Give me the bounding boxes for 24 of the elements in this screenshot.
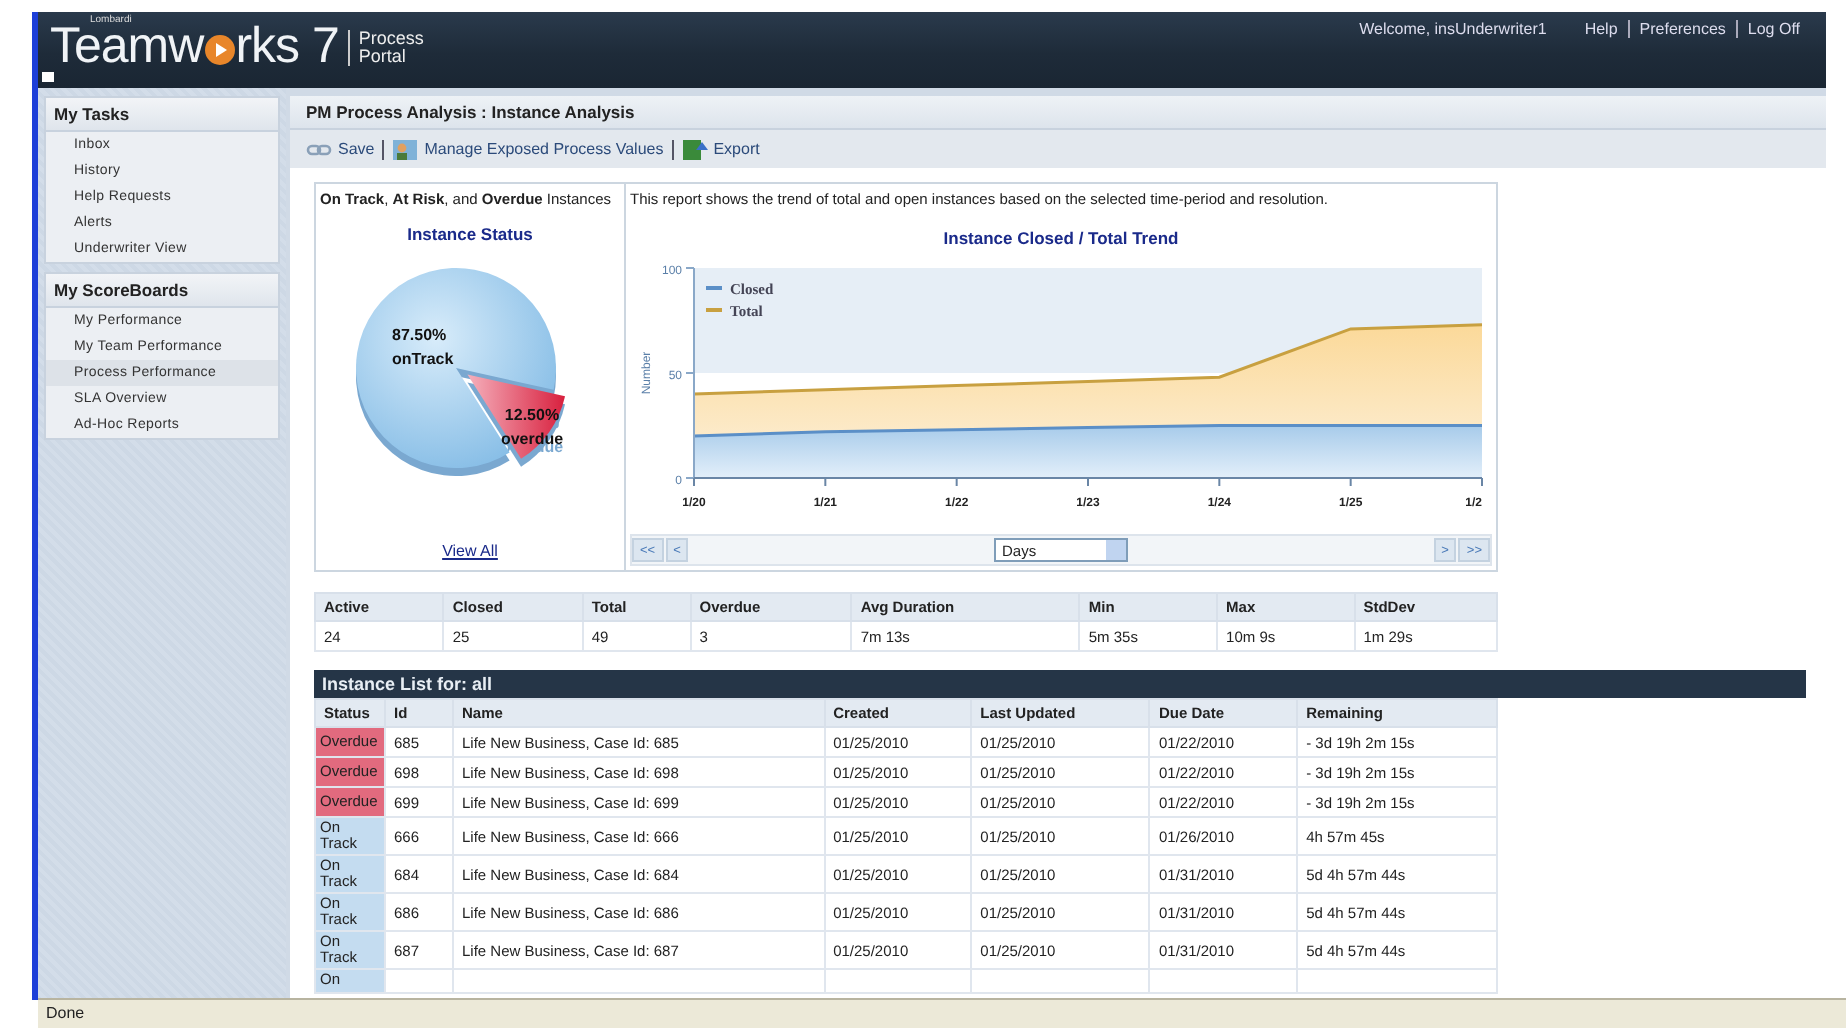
section-title: My ScoreBoards [46,274,278,308]
spreadsheet-icon [681,136,708,162]
header-link[interactable]: Help [1574,20,1628,38]
header-link[interactable]: Preferences [1627,20,1736,38]
toolbar-button[interactable]: Save [306,140,375,158]
data-label: 87.50% onTrack [392,326,454,368]
collapse-icon[interactable] [42,72,54,82]
welcome-text: Welcome, insUnderwriter1 [1359,20,1547,38]
list-title-bar: Instance List for: all [314,670,1806,698]
people-icon [392,137,419,161]
toolbar-button[interactable]: Manage Exposed Process Values [392,137,664,161]
play-icon [203,34,236,66]
page-title: PM Process Analysis : Instance Analysis [290,96,1826,130]
link-icon [306,141,332,157]
section-title: My Tasks [46,98,278,132]
header-link[interactable]: Log Off [1735,20,1810,38]
toolbar-button[interactable]: Export [681,136,760,162]
logo-text: Teamw [50,20,204,72]
chart-title: Instance Closed / Total Trend [943,228,1179,248]
status-text: Done [46,1004,85,1022]
view-all-link[interactable]: View All [442,542,498,560]
chart-title: Instance Status [407,224,533,244]
product-name: Process Portal [348,30,424,66]
logo-text: rks 7 [235,20,339,72]
